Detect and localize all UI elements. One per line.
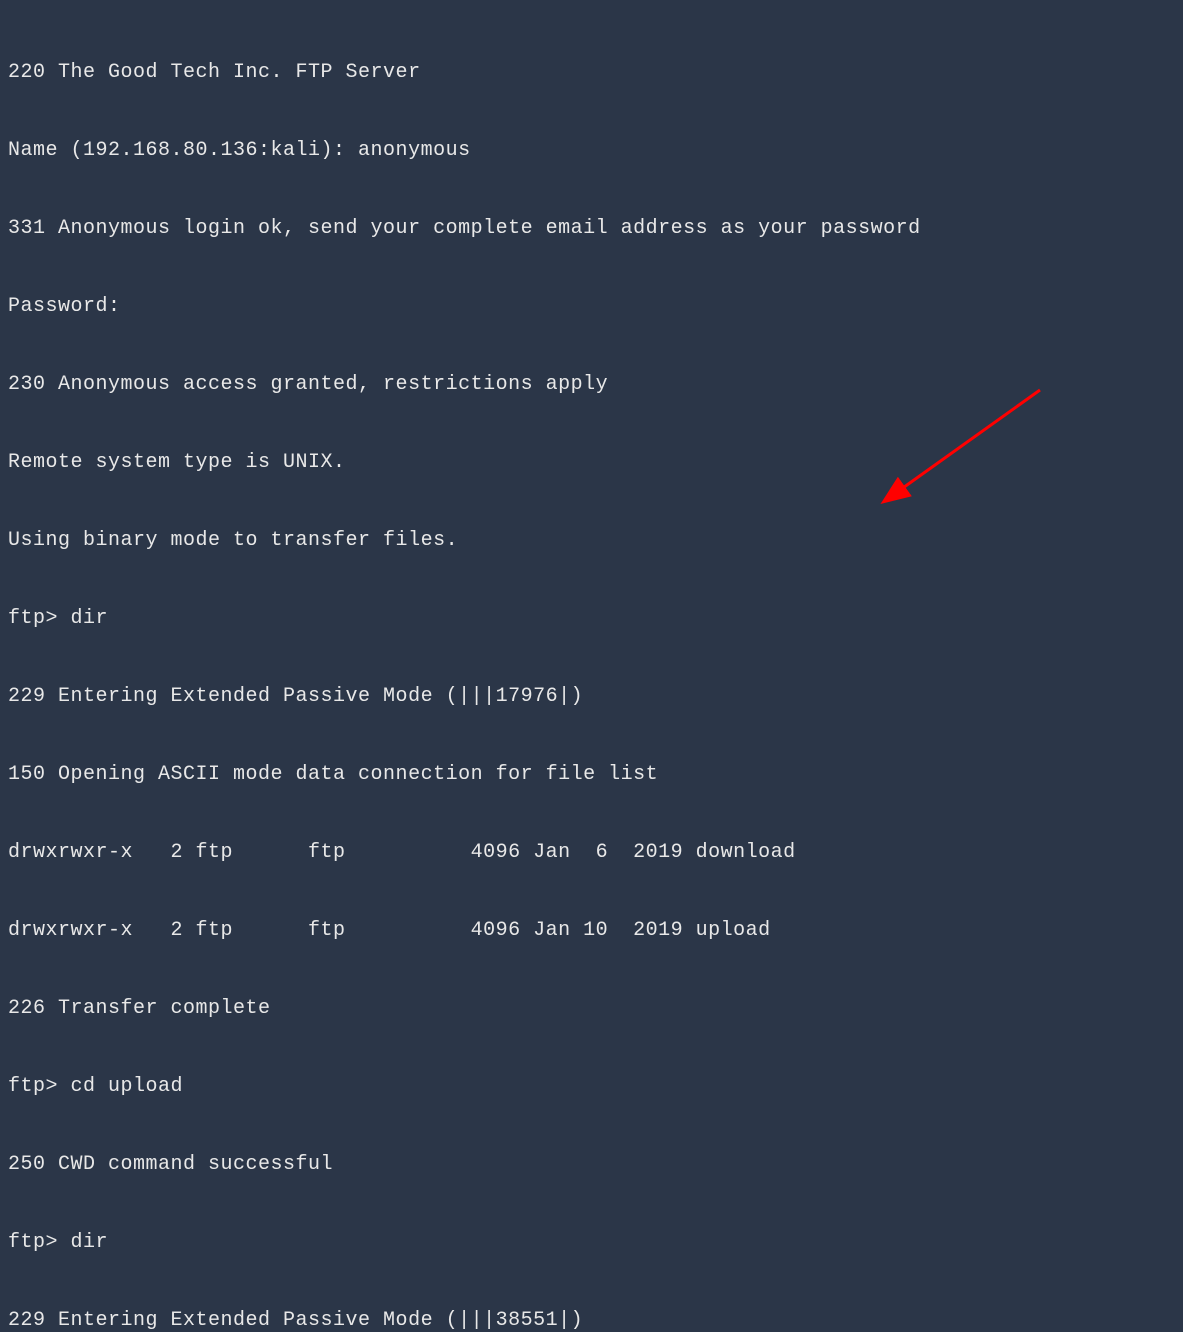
terminal-line: ftp> dir <box>8 1230 1175 1256</box>
terminal-line: drwxrwxr-x 2 ftp ftp 4096 Jan 10 2019 up… <box>8 918 1175 944</box>
terminal-line: 226 Transfer complete <box>8 996 1175 1022</box>
terminal-line: Password: <box>8 294 1175 320</box>
terminal-output[interactable]: 220 The Good Tech Inc. FTP Server Name (… <box>8 8 1175 1332</box>
terminal-line: Name (192.168.80.136:kali): anonymous <box>8 138 1175 164</box>
terminal-line: ftp> cd upload <box>8 1074 1175 1100</box>
terminal-line: drwxrwxr-x 2 ftp ftp 4096 Jan 6 2019 dow… <box>8 840 1175 866</box>
terminal-line: 331 Anonymous login ok, send your comple… <box>8 216 1175 242</box>
terminal-line: 220 The Good Tech Inc. FTP Server <box>8 60 1175 86</box>
terminal-line: 229 Entering Extended Passive Mode (|||1… <box>8 684 1175 710</box>
terminal-line: 150 Opening ASCII mode data connection f… <box>8 762 1175 788</box>
terminal-line: Remote system type is UNIX. <box>8 450 1175 476</box>
terminal-line: 250 CWD command successful <box>8 1152 1175 1178</box>
terminal-line: 229 Entering Extended Passive Mode (|||3… <box>8 1308 1175 1332</box>
terminal-line: ftp> dir <box>8 606 1175 632</box>
terminal-line: Using binary mode to transfer files. <box>8 528 1175 554</box>
terminal-line: 230 Anonymous access granted, restrictio… <box>8 372 1175 398</box>
